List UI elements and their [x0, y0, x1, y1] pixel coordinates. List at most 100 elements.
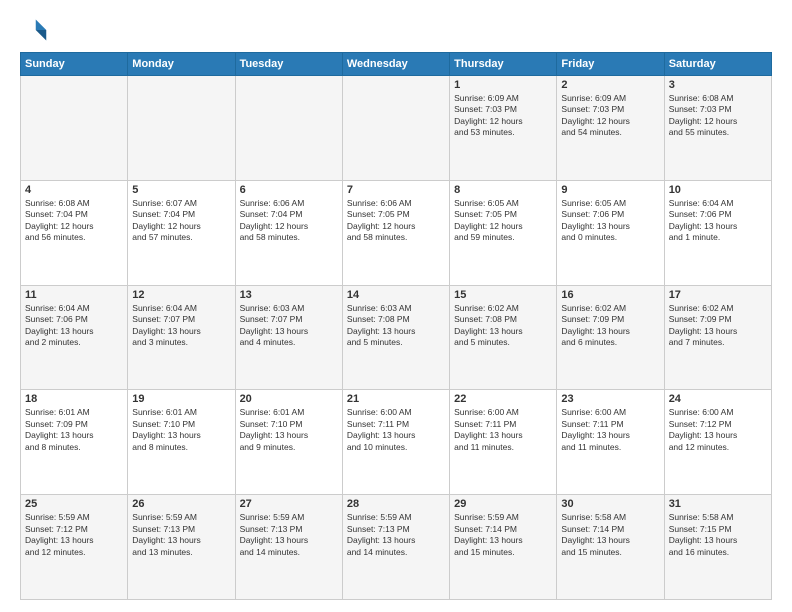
cell-text: Sunset: 7:09 PM: [25, 419, 123, 430]
day-cell: 18Sunrise: 6:01 AMSunset: 7:09 PMDayligh…: [21, 390, 128, 495]
cell-text: Sunrise: 6:01 AM: [240, 407, 338, 418]
cell-text: Daylight: 13 hours: [669, 430, 767, 441]
cell-text: Daylight: 13 hours: [669, 535, 767, 546]
day-number: 22: [454, 393, 552, 405]
day-cell: 23Sunrise: 6:00 AMSunset: 7:11 PMDayligh…: [557, 390, 664, 495]
cell-text: Daylight: 13 hours: [240, 535, 338, 546]
day-cell: 1Sunrise: 6:09 AMSunset: 7:03 PMDaylight…: [450, 76, 557, 181]
cell-text: Sunrise: 6:01 AM: [132, 407, 230, 418]
day-number: 7: [347, 184, 445, 196]
day-cell: 4Sunrise: 6:08 AMSunset: 7:04 PMDaylight…: [21, 180, 128, 285]
calendar: SundayMondayTuesdayWednesdayThursdayFrid…: [20, 52, 772, 600]
day-header-thursday: Thursday: [450, 53, 557, 76]
cell-text: Daylight: 12 hours: [240, 221, 338, 232]
cell-text: Sunrise: 6:00 AM: [561, 407, 659, 418]
day-cell: 25Sunrise: 5:59 AMSunset: 7:12 PMDayligh…: [21, 495, 128, 600]
cell-text: Sunrise: 6:07 AM: [132, 198, 230, 209]
cell-text: and 14 minutes.: [240, 547, 338, 558]
cell-text: Sunset: 7:03 PM: [561, 104, 659, 115]
calendar-header: SundayMondayTuesdayWednesdayThursdayFrid…: [21, 53, 772, 76]
cell-text: and 11 minutes.: [454, 442, 552, 453]
cell-text: Daylight: 13 hours: [347, 430, 445, 441]
cell-text: and 15 minutes.: [561, 547, 659, 558]
cell-text: and 16 minutes.: [669, 547, 767, 558]
cell-text: Sunset: 7:03 PM: [669, 104, 767, 115]
cell-text: Daylight: 13 hours: [132, 535, 230, 546]
day-cell: 6Sunrise: 6:06 AMSunset: 7:04 PMDaylight…: [235, 180, 342, 285]
cell-text: Daylight: 12 hours: [561, 116, 659, 127]
cell-text: Daylight: 13 hours: [240, 326, 338, 337]
cell-text: and 14 minutes.: [347, 547, 445, 558]
cell-text: Sunrise: 5:59 AM: [132, 512, 230, 523]
day-number: 12: [132, 289, 230, 301]
cell-text: Sunrise: 6:04 AM: [669, 198, 767, 209]
cell-text: and 1 minute.: [669, 232, 767, 243]
cell-text: Daylight: 13 hours: [25, 535, 123, 546]
cell-text: and 57 minutes.: [132, 232, 230, 243]
header: [20, 16, 772, 44]
day-cell: 12Sunrise: 6:04 AMSunset: 7:07 PMDayligh…: [128, 285, 235, 390]
day-number: 26: [132, 498, 230, 510]
cell-text: Sunset: 7:09 PM: [669, 314, 767, 325]
cell-text: Sunrise: 5:58 AM: [561, 512, 659, 523]
cell-text: Daylight: 12 hours: [454, 221, 552, 232]
cell-text: and 8 minutes.: [132, 442, 230, 453]
cell-text: Sunset: 7:08 PM: [347, 314, 445, 325]
day-cell: 8Sunrise: 6:05 AMSunset: 7:05 PMDaylight…: [450, 180, 557, 285]
day-header-sunday: Sunday: [21, 53, 128, 76]
day-number: 9: [561, 184, 659, 196]
day-cell: 26 Sunrise: 5:59 AMSunset: 7:13 PMDayligh…: [128, 495, 235, 600]
day-number: 19: [132, 393, 230, 405]
header-row: SundayMondayTuesdayWednesdayThursdayFrid…: [21, 53, 772, 76]
day-cell: 16Sunrise: 6:02 AMSunset: 7:09 PMDayligh…: [557, 285, 664, 390]
week-row-5: 25Sunrise: 5:59 AMSunset: 7:12 PMDayligh…: [21, 495, 772, 600]
day-number: 1: [454, 79, 552, 91]
day-cell: 3Sunrise: 6:08 AMSunset: 7:03 PMDaylight…: [664, 76, 771, 181]
cell-text: and 5 minutes.: [454, 337, 552, 348]
cell-text: and 7 minutes.: [669, 337, 767, 348]
cell-text: Sunset: 7:05 PM: [347, 209, 445, 220]
cell-text: Daylight: 13 hours: [132, 430, 230, 441]
day-number: 10: [669, 184, 767, 196]
cell-text: Daylight: 13 hours: [561, 326, 659, 337]
day-cell: 17Sunrise: 6:02 AMSunset: 7:09 PMDayligh…: [664, 285, 771, 390]
cell-text: Daylight: 13 hours: [454, 535, 552, 546]
cell-text: Sunset: 7:05 PM: [454, 209, 552, 220]
day-cell: 20Sunrise: 6:01 AMSunset: 7:10 PMDayligh…: [235, 390, 342, 495]
page: SundayMondayTuesdayWednesdayThursdayFrid…: [0, 0, 792, 612]
cell-text: and 10 minutes.: [347, 442, 445, 453]
cell-text: and 4 minutes.: [240, 337, 338, 348]
cell-text: Sunrise: 6:03 AM: [240, 303, 338, 314]
day-cell: 27Sunrise: 5:59 AMSunset: 7:13 PMDayligh…: [235, 495, 342, 600]
cell-text: Sunset: 7:13 PM: [347, 524, 445, 535]
cell-text: Daylight: 13 hours: [669, 326, 767, 337]
cell-text: Sunrise: 5:58 AM: [669, 512, 767, 523]
cell-text: Sunset: 7:13 PM: [132, 524, 230, 535]
day-number: 4: [25, 184, 123, 196]
cell-text: Sunset: 7:09 PM: [561, 314, 659, 325]
logo: [20, 16, 52, 44]
cell-text: and 8 minutes.: [25, 442, 123, 453]
cell-text: and 15 minutes.: [454, 547, 552, 558]
cell-text: Sunrise: 5:59 AM: [347, 512, 445, 523]
day-cell: 13Sunrise: 6:03 AMSunset: 7:07 PMDayligh…: [235, 285, 342, 390]
cell-text: Sunset: 7:14 PM: [561, 524, 659, 535]
cell-text: Daylight: 13 hours: [347, 535, 445, 546]
logo-icon: [20, 16, 48, 44]
day-cell: 31Sunrise: 5:58 AMSunset: 7:15 PMDayligh…: [664, 495, 771, 600]
cell-text: Sunrise: 6:08 AM: [25, 198, 123, 209]
cell-text: Daylight: 13 hours: [240, 430, 338, 441]
day-cell: 11Sunrise: 6:04 AMSunset: 7:06 PMDayligh…: [21, 285, 128, 390]
cell-text: and 3 minutes.: [132, 337, 230, 348]
cell-text: Daylight: 13 hours: [347, 326, 445, 337]
day-cell: 14Sunrise: 6:03 AMSunset: 7:08 PMDayligh…: [342, 285, 449, 390]
cell-text: Sunset: 7:07 PM: [240, 314, 338, 325]
cell-text: Sunset: 7:11 PM: [561, 419, 659, 430]
cell-text: and 9 minutes.: [240, 442, 338, 453]
cell-text: and 55 minutes.: [669, 127, 767, 138]
cell-text: Sunset: 7:15 PM: [669, 524, 767, 535]
day-number: 14: [347, 289, 445, 301]
cell-text: Sunrise: 6:06 AM: [240, 198, 338, 209]
week-row-1: 1Sunrise: 6:09 AMSunset: 7:03 PMDaylight…: [21, 76, 772, 181]
cell-text: Sunrise: 5:59 AM: [454, 512, 552, 523]
